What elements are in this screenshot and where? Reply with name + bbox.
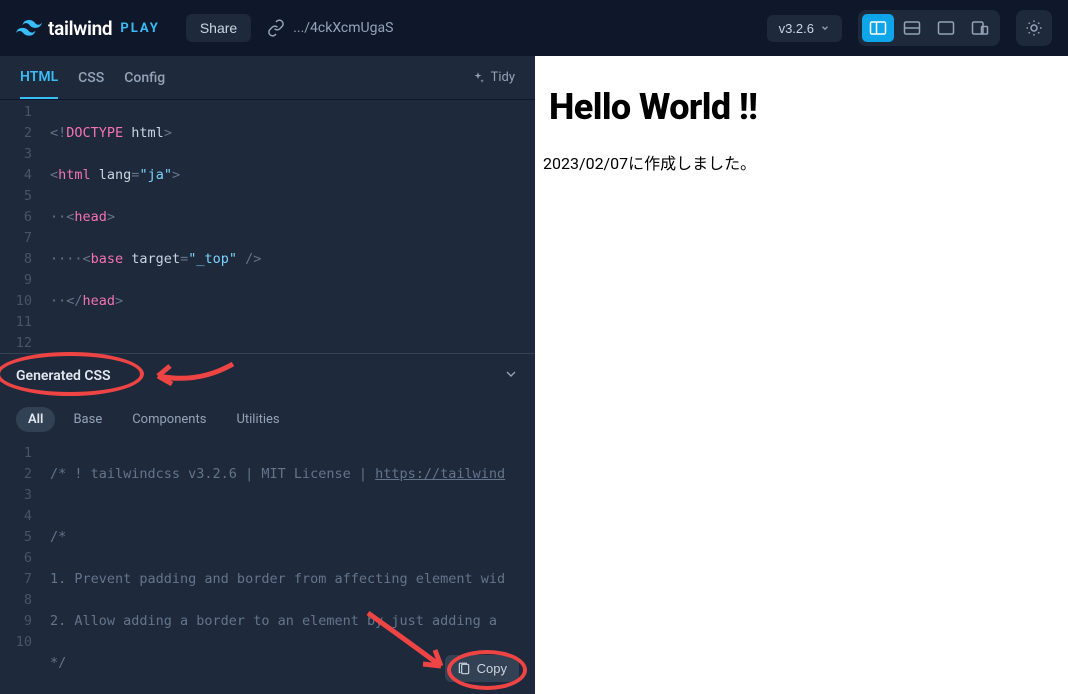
main-area: HTML CSS Config Tidy 12345678910111213 <… (0, 56, 1068, 694)
chevron-down-icon (820, 23, 830, 33)
tab-css[interactable]: CSS (78, 58, 104, 98)
code-area[interactable]: <!DOCTYPE html> <html lang="ja"> ··<head… (50, 100, 535, 353)
tab-html[interactable]: HTML (20, 57, 58, 99)
url-display[interactable]: .../4ckXcmUgaS (267, 19, 393, 37)
brand-text: tailwind (48, 17, 112, 40)
url-path: .../4ckXcmUgaS (293, 20, 393, 36)
generated-css-header[interactable]: Generated CSS (0, 353, 535, 397)
preview-heading: Hello World !! (549, 86, 1054, 128)
chevron-down-icon (503, 366, 519, 386)
tab-config[interactable]: Config (124, 58, 165, 98)
css-editor-wrap: 12345678910 /* ! tailwindcss v3.2.6 | MI… (0, 441, 535, 694)
clipboard-icon (457, 662, 471, 676)
line-gutter: 12345678910111213 (0, 100, 50, 353)
tidy-button[interactable]: Tidy (471, 70, 515, 85)
version-button[interactable]: v3.2.6 (767, 15, 842, 42)
sparkle-icon (471, 71, 485, 85)
preview-pane: Hello World !! 2023/02/07に作成しました。 (535, 56, 1068, 694)
layout-responsive-button[interactable] (964, 14, 996, 42)
css-tab-all[interactable]: All (16, 407, 55, 432)
link-icon (267, 19, 285, 37)
annotation-arrow-1 (148, 354, 238, 394)
css-gutter: 12345678910 (0, 441, 50, 694)
css-tab-components[interactable]: Components (120, 407, 218, 432)
logo[interactable]: tailwind PLAY (16, 17, 160, 40)
layout-split-horizontal-button[interactable] (896, 14, 928, 42)
top-bar: tailwind PLAY Share .../4ckXcmUgaS v3.2.… (0, 0, 1068, 56)
css-filter-tabs: All Base Components Utilities (0, 397, 535, 441)
layout-preview-button[interactable] (930, 14, 962, 42)
tailwind-logo-icon (16, 19, 42, 37)
layout-switcher (858, 10, 1000, 46)
copy-button[interactable]: Copy (445, 655, 519, 682)
css-tab-utilities[interactable]: Utilities (224, 407, 291, 432)
editor-tabs: HTML CSS Config Tidy (0, 56, 535, 100)
css-tab-base[interactable]: Base (61, 407, 114, 432)
preview-paragraph: 2023/02/07に作成しました。 (543, 150, 1060, 174)
share-button[interactable]: Share (186, 14, 251, 42)
sun-icon (1025, 19, 1043, 37)
generated-css-title: Generated CSS (16, 368, 111, 384)
layout-split-vertical-button[interactable] (862, 14, 894, 42)
left-panel: HTML CSS Config Tidy 12345678910111213 <… (0, 56, 535, 694)
theme-toggle-button[interactable] (1016, 10, 1052, 46)
html-editor[interactable]: 12345678910111213 <!DOCTYPE html> <html … (0, 100, 535, 353)
brand-suffix: PLAY (120, 21, 159, 36)
